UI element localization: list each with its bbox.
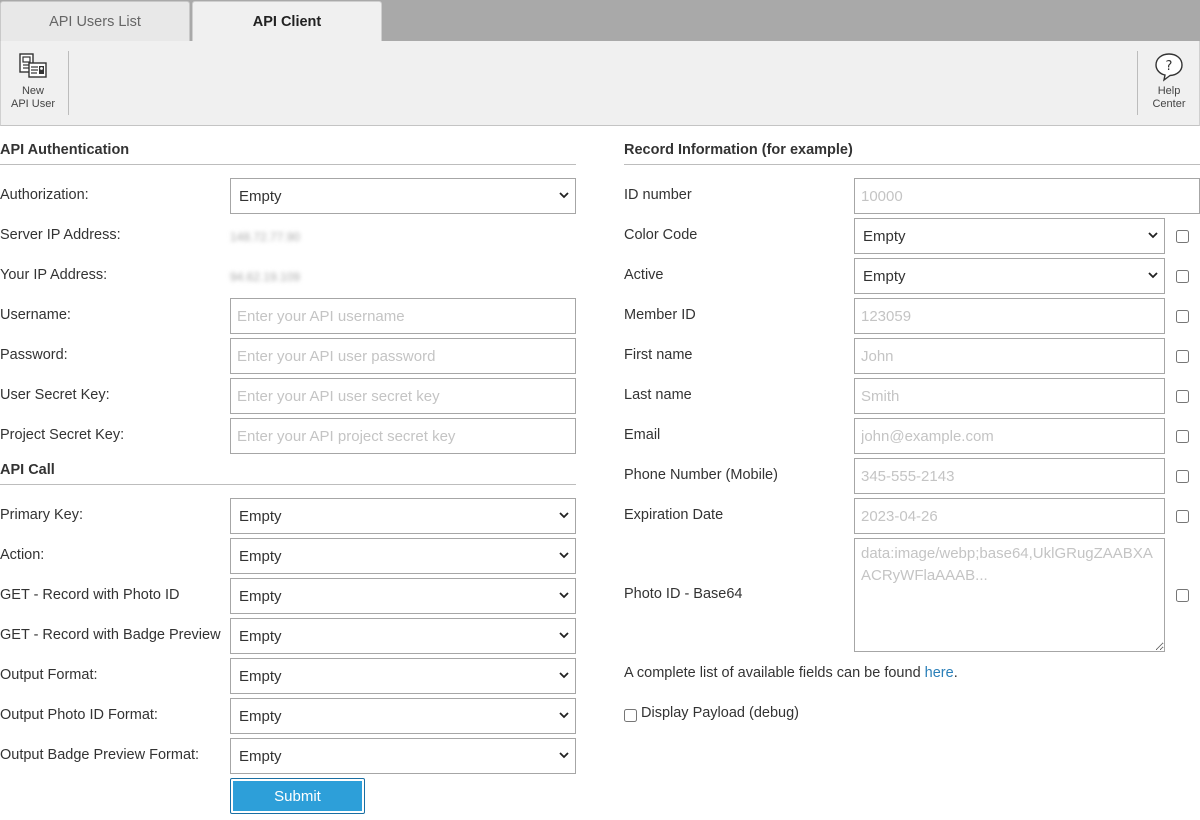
get-photo-id-select-wrap: Empty <box>230 578 576 614</box>
email-checkbox[interactable] <box>1176 430 1189 443</box>
toolbar: New API User ? Help Center <box>0 41 1200 126</box>
output-badge-preview-format-label: Output Badge Preview Format: <box>0 747 200 763</box>
get-badge-preview-select[interactable]: Empty <box>230 618 576 654</box>
photo-id-base64-checkbox[interactable] <box>1176 589 1189 602</box>
new-api-user-button[interactable]: New API User <box>3 51 63 117</box>
user-secret-key-input[interactable] <box>230 378 576 414</box>
username-label: Username: <box>0 307 71 323</box>
action-select-wrap: Empty <box>230 538 576 574</box>
authorization-select-wrap: Empty <box>230 178 576 214</box>
help-bubble-icon: ? <box>1155 53 1183 82</box>
member-id-label: Member ID <box>624 307 696 323</box>
fields-note: A complete list of available fields can … <box>624 665 958 681</box>
output-photo-id-format-label: Output Photo ID Format: <box>0 707 158 723</box>
active-label: Active <box>624 267 664 283</box>
fields-list-link[interactable]: here <box>925 665 954 681</box>
active-checkbox[interactable] <box>1176 270 1189 283</box>
output-format-select[interactable]: Empty <box>230 658 576 694</box>
authorization-label: Authorization: <box>0 187 89 203</box>
photo-id-base64-label: Photo ID - Base64 <box>624 586 743 602</box>
username-input[interactable] <box>230 298 576 334</box>
expiration-date-label: Expiration Date <box>624 507 724 523</box>
output-badge-preview-format-select-wrap: Empty <box>230 738 576 774</box>
get-photo-id-label: GET - Record with Photo ID <box>0 587 180 603</box>
project-secret-key-label: Project Secret Key: <box>0 427 125 443</box>
phone-number-checkbox[interactable] <box>1176 470 1189 483</box>
fields-note-text: A complete list of available fields can … <box>624 665 925 681</box>
active-select-wrap: Empty <box>854 258 1165 294</box>
svg-text:?: ? <box>1166 59 1173 74</box>
submit-label: Submit <box>233 781 362 811</box>
output-format-label: Output Format: <box>0 667 98 683</box>
display-payload-label[interactable]: Display Payload (debug) <box>641 705 799 721</box>
id-cards-icon <box>19 53 47 78</box>
get-badge-preview-select-wrap: Empty <box>230 618 576 654</box>
project-secret-key-input[interactable] <box>230 418 576 454</box>
server-ip-label: Server IP Address: <box>0 227 121 243</box>
user-secret-key-label: User Secret Key: <box>0 387 110 403</box>
tab-api-client[interactable]: API Client <box>192 1 382 41</box>
tab-api-users-list[interactable]: API Users List <box>0 1 190 41</box>
last-name-checkbox[interactable] <box>1176 390 1189 403</box>
get-photo-id-select[interactable]: Empty <box>230 578 576 614</box>
phone-number-label: Phone Number (Mobile) <box>624 467 778 483</box>
api-call-title: API Call <box>0 462 576 485</box>
output-badge-preview-format-select[interactable]: Empty <box>230 738 576 774</box>
active-select[interactable]: Empty <box>854 258 1165 294</box>
first-name-checkbox[interactable] <box>1176 350 1189 363</box>
output-photo-id-format-select[interactable]: Empty <box>230 698 576 734</box>
server-ip-value: 148.72.77.90 <box>230 230 301 244</box>
new-api-user-label-1: New <box>21 85 44 97</box>
output-format-select-wrap: Empty <box>230 658 576 694</box>
id-number-label: ID number <box>624 187 692 203</box>
id-number-input[interactable] <box>854 178 1200 214</box>
help-center-label-2: Center <box>1152 98 1186 110</box>
primary-key-select-wrap: Empty <box>230 498 576 534</box>
output-photo-id-format-select-wrap: Empty <box>230 698 576 734</box>
first-name-label: First name <box>624 347 693 363</box>
toolbar-divider-right <box>1137 51 1138 115</box>
phone-number-input[interactable] <box>854 458 1165 494</box>
expiration-date-checkbox[interactable] <box>1176 510 1189 523</box>
help-center-button[interactable]: ? Help Center <box>1139 51 1199 117</box>
tab-bar: API Users List API Client <box>0 0 1200 41</box>
last-name-input[interactable] <box>854 378 1165 414</box>
action-select[interactable]: Empty <box>230 538 576 574</box>
api-authentication-title: API Authentication <box>0 142 576 165</box>
photo-id-base64-textarea[interactable] <box>854 538 1165 652</box>
color-code-select-wrap: Empty <box>854 218 1165 254</box>
new-api-user-label-2: API User <box>10 98 55 110</box>
authorization-select[interactable]: Empty <box>230 178 576 214</box>
last-name-label: Last name <box>624 387 692 403</box>
primary-key-label: Primary Key: <box>0 507 83 523</box>
expiration-date-input[interactable] <box>854 498 1165 534</box>
your-ip-label: Your IP Address: <box>0 267 108 283</box>
color-code-label: Color Code <box>624 227 698 243</box>
password-label: Password: <box>0 347 68 363</box>
member-id-input[interactable] <box>854 298 1165 334</box>
help-center-label-1: Help <box>1157 85 1181 97</box>
member-id-checkbox[interactable] <box>1176 310 1189 323</box>
password-input[interactable] <box>230 338 576 374</box>
display-payload-checkbox[interactable] <box>624 709 637 722</box>
color-code-select[interactable]: Empty <box>854 218 1165 254</box>
submit-button[interactable]: Submit <box>230 778 365 814</box>
record-information-title: Record Information (for example) <box>624 142 1200 165</box>
action-label: Action: <box>0 547 45 563</box>
fields-note-period: . <box>953 665 958 681</box>
first-name-input[interactable] <box>854 338 1165 374</box>
get-badge-preview-label: GET - Record with Badge Preview <box>0 627 221 643</box>
email-input[interactable] <box>854 418 1165 454</box>
primary-key-select[interactable]: Empty <box>230 498 576 534</box>
toolbar-divider-left <box>68 51 69 115</box>
your-ip-value: 94.62.19.109 <box>230 270 301 284</box>
color-code-checkbox[interactable] <box>1176 230 1189 243</box>
email-label: Email <box>624 427 661 443</box>
